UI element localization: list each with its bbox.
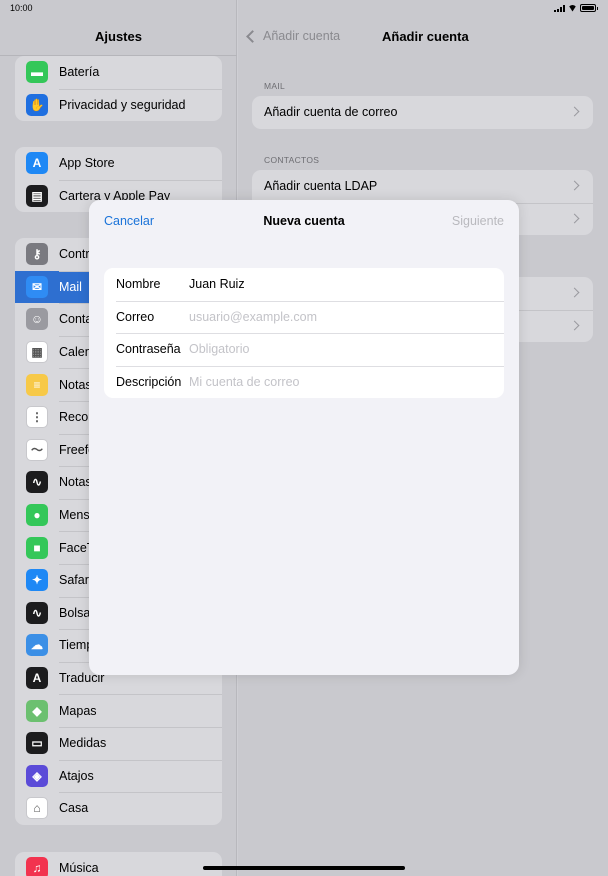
chevron-right-icon — [569, 320, 580, 331]
section-label-contacts: CONTACTOS — [264, 155, 320, 165]
back-label: Añadir cuenta — [263, 29, 341, 43]
mail-group: Añadir cuenta de correo — [252, 96, 593, 129]
safari-icon: ✦ — [26, 569, 48, 592]
notes-icon: ≡ — [26, 373, 48, 396]
chevron-right-icon — [569, 213, 580, 224]
messages-icon: ● — [26, 504, 48, 527]
description-label: Descripción — [116, 375, 182, 390]
password-label: Contraseña — [116, 342, 181, 357]
signal-icon — [554, 4, 565, 12]
next-button[interactable]: Siguiente — [452, 214, 504, 228]
sidebar-item-label: Música — [59, 861, 99, 876]
sidebar-item-label: App Store — [59, 156, 115, 171]
sidebar-item-label: Mapas — [59, 703, 97, 718]
shortcuts-icon: ◈ — [26, 764, 48, 787]
maps-icon: ◆ — [26, 699, 48, 722]
home-indicator[interactable] — [203, 866, 405, 870]
sidebar-item-label: Batería — [59, 65, 100, 80]
sidebar-item-home[interactable]: ⌂ Casa — [15, 792, 222, 825]
contacts-icon: ☺ — [26, 308, 48, 331]
email-label: Correo — [116, 309, 155, 324]
sidebar-item-label: Bolsa — [59, 605, 91, 620]
password-field-row: Contraseña — [104, 333, 504, 366]
wifi-icon — [568, 4, 577, 12]
row-label: Añadir cuenta LDAP — [264, 179, 378, 194]
account-form: Nombre Correo Contraseña Descripción — [104, 268, 504, 399]
chevron-right-icon — [569, 106, 580, 117]
sidebar-item-label: Mail — [59, 279, 82, 294]
sidebar-item-label: Atajos — [59, 768, 94, 783]
measure-icon: ▭ — [26, 732, 48, 755]
sidebar-item-label: Privacidad y seguridad — [59, 97, 186, 112]
battery-status-icon — [580, 4, 598, 12]
sidebar-item-label: Casa — [59, 801, 89, 816]
description-field[interactable] — [189, 375, 489, 390]
email-field[interactable] — [189, 309, 489, 324]
cancel-button[interactable]: Cancelar — [104, 214, 154, 228]
page-title: Añadir cuenta — [382, 29, 469, 44]
sidebar-item-music[interactable]: ♫ Música — [15, 852, 222, 876]
key-icon: ⚷ — [26, 243, 48, 266]
app-store-icon: A — [26, 152, 48, 175]
add-mail-account-row[interactable]: Añadir cuenta de correo — [252, 96, 593, 129]
add-ldap-account-row[interactable]: Añadir cuenta LDAP — [252, 170, 593, 203]
password-field[interactable] — [189, 342, 489, 357]
email-field-row: Correo — [104, 300, 504, 334]
music-icon: ♫ — [26, 857, 48, 876]
sidebar-group: ▬ Batería ✋ Privacidad y seguridad — [15, 56, 222, 122]
status-time: 10:00 — [10, 3, 33, 13]
wallet-icon: ▤ — [26, 184, 48, 207]
voice-memos-icon: ∿ — [26, 471, 48, 494]
battery-icon: ▬ — [26, 61, 48, 84]
sidebar-item-label: Safari — [59, 573, 92, 588]
freeform-icon: 〜 — [26, 438, 48, 461]
section-label-mail: MAIL — [264, 81, 286, 91]
stocks-icon: ∿ — [26, 601, 48, 624]
facetime-icon: ■ — [26, 536, 48, 559]
sidebar-item-label: Medidas — [59, 736, 107, 751]
sidebar-item-maps[interactable]: ◆ Mapas — [15, 694, 222, 727]
name-label: Nombre — [116, 277, 161, 292]
sidebar-item-hand[interactable]: ✋ Privacidad y seguridad — [15, 88, 222, 122]
mail-icon: ✉ — [26, 275, 48, 298]
sidebar-item-label: Notas — [59, 377, 92, 392]
description-field-row: Descripción — [104, 365, 504, 399]
sidebar-item-shortcuts[interactable]: ◈ Atajos — [15, 759, 222, 793]
name-field[interactable] — [189, 277, 489, 292]
translate-icon: A — [26, 667, 48, 690]
new-account-sheet: Nueva cuenta Cancelar Siguiente Nombre C… — [89, 200, 519, 675]
weather-icon: ☁ — [26, 634, 48, 657]
sidebar-item-app-store[interactable]: A App Store — [15, 147, 222, 180]
sidebar-group: ♫ Música — [15, 852, 222, 876]
sidebar-item-measure[interactable]: ▭ Medidas — [15, 726, 222, 760]
reminders-icon: ⋮ — [26, 406, 48, 429]
chevron-right-icon — [569, 287, 580, 298]
status-bar: 10:00 — [0, 0, 608, 16]
status-icons — [554, 4, 598, 12]
chevron-left-icon — [246, 29, 259, 43]
hand-icon: ✋ — [26, 93, 48, 116]
chevron-right-icon — [569, 180, 580, 191]
back-button[interactable]: Añadir cuenta — [246, 29, 341, 43]
name-field-row: Nombre — [104, 268, 504, 301]
sidebar-item-battery[interactable]: ▬ Batería — [15, 56, 222, 89]
sidebar-title: Ajustes — [95, 29, 142, 44]
row-label: Añadir cuenta de correo — [264, 105, 398, 120]
calendar-icon: ▦ — [26, 341, 48, 364]
home-icon: ⌂ — [26, 797, 48, 820]
